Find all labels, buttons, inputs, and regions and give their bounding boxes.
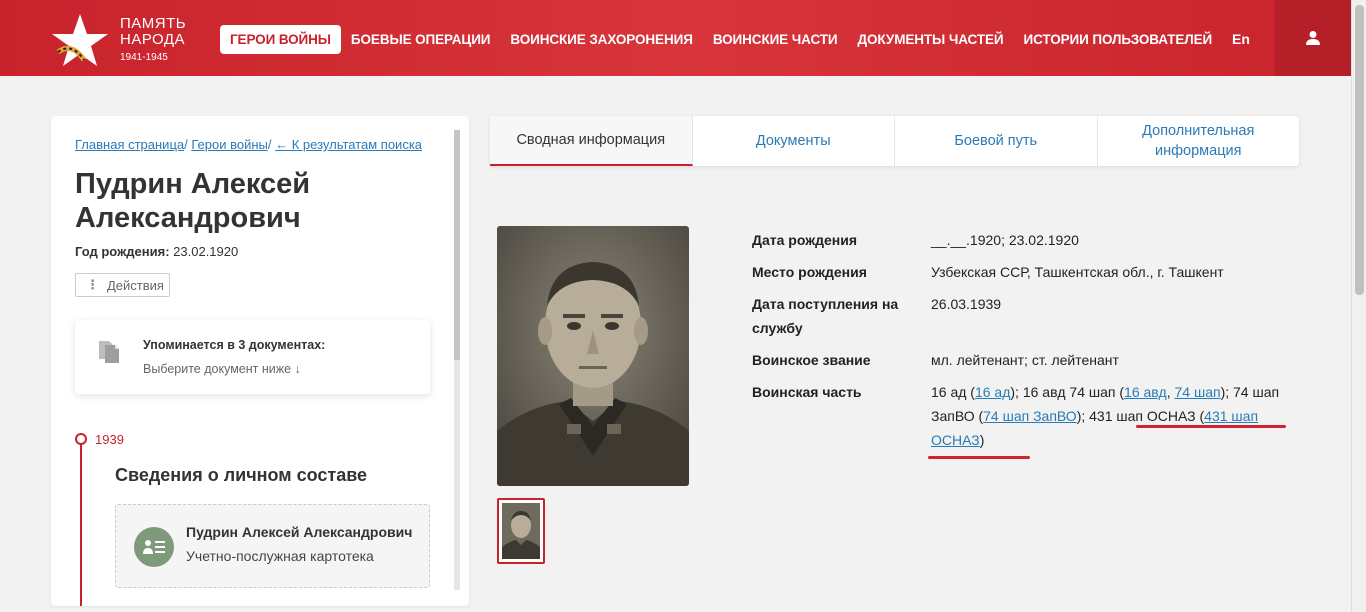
birth-place-label: Место рождения bbox=[752, 264, 867, 280]
unit-label: Воинская часть bbox=[752, 384, 862, 400]
timeline-line bbox=[80, 438, 82, 606]
timeline-year: 1939 bbox=[95, 432, 124, 447]
page-scrollbar-thumb[interactable] bbox=[1355, 5, 1364, 295]
mentions-card: Упоминается в 3 документах: Выберите док… bbox=[75, 320, 430, 394]
timeline-dot bbox=[75, 433, 87, 445]
panel-scrollbar-thumb[interactable] bbox=[454, 130, 460, 360]
rank-label: Воинское звание bbox=[752, 352, 871, 368]
unit-link-74-shap-zapvo[interactable]: 74 шап ЗапВО bbox=[983, 408, 1077, 424]
page-scrollbar[interactable] bbox=[1351, 0, 1366, 612]
nav-unit-documents[interactable]: ДОКУМЕНТЫ ЧАСТЕЙ bbox=[858, 32, 1004, 47]
unit-link-16-avd[interactable]: 16 авд bbox=[1124, 384, 1167, 400]
nav-operations[interactable]: БОЕВЫЕ ОПЕРАЦИИ bbox=[351, 32, 491, 47]
breadcrumb: Главная страница/ Герои войны/ ← К резул… bbox=[75, 137, 423, 152]
nav-user-stories[interactable]: ИСТОРИИ ПОЛЬЗОВАТЕЛЕЙ bbox=[1024, 32, 1213, 47]
user-icon bbox=[1306, 31, 1320, 45]
nav-units[interactable]: ВОИНСКИЕ ЧАСТИ bbox=[713, 32, 838, 47]
tab-combat-path[interactable]: Боевой путь bbox=[895, 116, 1098, 166]
tab-summary[interactable]: Сводная информация bbox=[490, 116, 693, 166]
service-date-label: Дата поступления на службу bbox=[752, 296, 899, 336]
tab-additional-info[interactable]: Дополнительная информация bbox=[1098, 116, 1300, 166]
person-photo[interactable] bbox=[497, 226, 689, 486]
document-card-name: Пудрин Алексей Александрович bbox=[186, 524, 413, 540]
nav-burials[interactable]: ВОИНСКИЕ ЗАХОРОНЕНИЯ bbox=[510, 32, 693, 47]
birth-year: Год рождения: 23.02.1920 bbox=[75, 244, 239, 259]
breadcrumb-heroes[interactable]: Герои войны bbox=[191, 137, 268, 152]
panel-scrollbar[interactable] bbox=[454, 130, 460, 590]
service-date-value: 26.03.1939 bbox=[931, 296, 1002, 312]
birth-date-label: Дата рождения bbox=[752, 232, 858, 248]
breadcrumb-home[interactable]: Главная страница bbox=[75, 137, 184, 152]
main-nav: ГЕРОИ ВОЙНЫ БОЕВЫЕ ОПЕРАЦИИ ВОИНСКИЕ ЗАХ… bbox=[220, 23, 1232, 55]
unit-link-74-shap[interactable]: 74 шап bbox=[1175, 384, 1221, 400]
document-card-type: Учетно-послужная картотека bbox=[186, 548, 374, 564]
user-button[interactable] bbox=[1275, 0, 1351, 76]
breadcrumb-back[interactable]: ← К результатам поиска bbox=[275, 137, 422, 152]
logo-years: 1941-1945 bbox=[120, 52, 168, 63]
site-logo[interactable]: ПАМЯТЬ НАРОДА 1941-1945 bbox=[50, 12, 230, 68]
mentions-subtitle: Выберите документ ниже ↓ bbox=[143, 362, 301, 376]
birth-date-value: __.__.1920; 23.02.1920 bbox=[931, 232, 1079, 248]
star-logo-icon bbox=[52, 14, 108, 66]
section-title: Сведения о личном составе bbox=[115, 465, 368, 485]
document-card[interactable]: Пудрин Алексей Александрович Учетно-посл… bbox=[115, 504, 430, 588]
birth-place-value: Узбекская ССР, Ташкентская обл., г. Ташк… bbox=[931, 264, 1224, 280]
person-panel: Главная страница/ Герои войны/ ← К резул… bbox=[51, 116, 469, 606]
nav-heroes[interactable]: ГЕРОИ ВОЙНЫ bbox=[220, 24, 341, 54]
more-vertical-icon: ⋮ bbox=[86, 277, 99, 292]
unit-value: 16 ад (16 ад); 16 авд 74 шап (16 авд, 74… bbox=[931, 384, 1280, 448]
actions-button[interactable]: ⋮ Действия bbox=[75, 273, 170, 297]
tab-documents[interactable]: Документы bbox=[693, 116, 895, 166]
logo-text: ПАМЯТЬ НАРОДА bbox=[120, 15, 187, 48]
photo-thumbnail[interactable] bbox=[497, 498, 545, 564]
site-header: ПАМЯТЬ НАРОДА 1941-1945 ГЕРОИ ВОЙНЫ БОЕВ… bbox=[0, 0, 1366, 76]
unit-link-16-ad[interactable]: 16 ад bbox=[975, 384, 1010, 400]
rank-value: мл. лейтенант; ст. лейтенант bbox=[931, 352, 1119, 368]
info-tabs: Сводная информация Документы Боевой путь… bbox=[490, 116, 1299, 166]
language-switch[interactable]: En bbox=[1232, 31, 1250, 47]
personnel-card-icon bbox=[134, 527, 174, 567]
annotation-underline bbox=[928, 456, 1030, 459]
person-name: Пудрин Алексей Александрович bbox=[75, 168, 311, 234]
annotation-underline bbox=[1136, 425, 1286, 428]
mentions-title: Упоминается в 3 документах: bbox=[143, 338, 326, 352]
documents-icon bbox=[99, 341, 119, 363]
